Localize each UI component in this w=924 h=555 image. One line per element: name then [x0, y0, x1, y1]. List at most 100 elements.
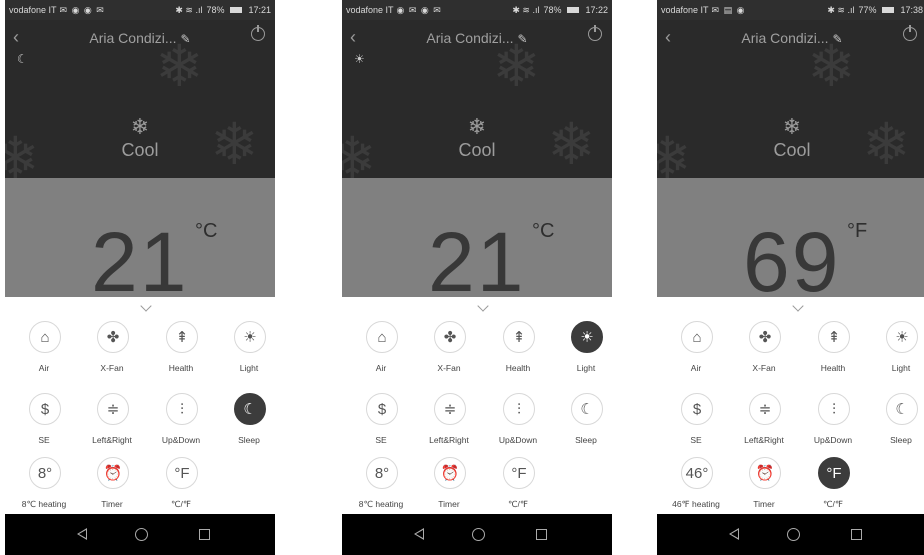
swing-horizontal-button[interactable]: ≑ Left&Right	[732, 393, 796, 459]
clock-icon: ⏰	[97, 457, 129, 489]
nav-recents-icon[interactable]	[199, 529, 210, 540]
pencil-icon[interactable]: ✎	[518, 32, 528, 46]
air-label: Air	[375, 363, 387, 373]
heating-label: 8℃ heating	[21, 499, 67, 509]
nav-back-icon[interactable]	[414, 528, 424, 540]
fan-button[interactable]: ✤ X-Fan	[80, 321, 144, 387]
swing-horizontal-button[interactable]: ≑ Left&Right	[80, 393, 144, 459]
tree-button[interactable]: ⇞ Health	[149, 321, 213, 387]
bulb-button[interactable]: ☀ Light	[869, 321, 924, 387]
carrier-name: vodafone IT	[661, 5, 709, 15]
chevron-down-icon[interactable]	[140, 300, 152, 312]
air-button[interactable]: ⌂ Air	[349, 321, 413, 387]
navigation-bar	[342, 514, 612, 555]
pencil-icon[interactable]: ✎	[181, 32, 191, 46]
moon-button[interactable]: ☾ Sleep	[217, 393, 275, 459]
clock-label: Timer	[753, 499, 775, 509]
dollar-button[interactable]: $ SE	[349, 393, 413, 459]
clock-icon: ⏰	[749, 457, 781, 489]
phone-screen: vodafone IT ✉ ▤ ◉ ✱ ≋ .ıl 77% 17:38 ❄ ❄ …	[657, 0, 924, 555]
swing-vertical-button[interactable]: ⫶ Up&Down	[801, 393, 865, 459]
status-bar: vodafone IT ◉ ✉ ◉ ✉ ✱ ≋ .ıl 78% 17:22	[342, 0, 612, 20]
nav-recents-icon[interactable]	[536, 529, 547, 540]
chevron-down-icon[interactable]	[792, 300, 804, 312]
bulb-button[interactable]: ☀ Light	[217, 321, 275, 387]
dollar-button[interactable]: $ SE	[12, 393, 76, 459]
nav-back-icon[interactable]	[77, 528, 87, 540]
tree-label: Health	[168, 363, 194, 373]
dollar-button[interactable]: $ SE	[664, 393, 728, 459]
swing-horizontal-icon: ≑	[97, 393, 129, 425]
power-icon[interactable]	[251, 25, 265, 41]
temperature-area[interactable]: 21 °C	[5, 178, 275, 297]
clock-time: 17:21	[248, 5, 271, 15]
temperature-area[interactable]: 69 °F	[657, 178, 924, 297]
moon-button[interactable]: ☾ Sleep	[869, 393, 924, 459]
swing-vertical-button[interactable]: ⫶ Up&Down	[486, 393, 550, 459]
carrier-name: vodafone IT	[9, 5, 57, 15]
nav-home-icon[interactable]	[787, 528, 800, 541]
bulb-button[interactable]: ☀ Light	[554, 321, 612, 387]
air-button[interactable]: ⌂ Air	[12, 321, 76, 387]
tree-label: Health	[505, 363, 531, 373]
air-icon: ⌂	[366, 321, 398, 353]
temperature-unit: °C	[195, 220, 218, 242]
bulb-icon: ☀	[571, 321, 603, 353]
nav-home-icon[interactable]	[472, 528, 485, 541]
moon-label: Sleep	[238, 435, 260, 445]
moon-icon: ☾	[234, 393, 266, 425]
mode-display: ❄ ❄ ❄ ‹ Aria Condizi... ✎ ☾ ❄ Cool	[5, 20, 275, 178]
swing-horizontal-icon: ≑	[434, 393, 466, 425]
nav-back-icon[interactable]	[729, 528, 739, 540]
temperature-area[interactable]: 21 °C	[342, 178, 612, 297]
swing-vertical-label: Up&Down	[161, 435, 201, 445]
bulb-icon: ☀	[886, 321, 918, 353]
status-bar: vodafone IT ✉ ◉ ◉ ✉ ✱ ≋ .ıl 78% 17:21	[5, 0, 275, 20]
fahrenheit-label: ℃/℉	[171, 499, 191, 509]
title-bar: ‹ Aria Condizi... ✎	[657, 24, 924, 50]
air-button[interactable]: ⌂ Air	[664, 321, 728, 387]
air-icon: ⌂	[29, 321, 61, 353]
clock-label: Timer	[438, 499, 460, 509]
temperature-value: 21	[91, 215, 189, 297]
swing-horizontal-button[interactable]: ≑ Left&Right	[417, 393, 481, 459]
temperature-value: 69	[743, 215, 841, 297]
device-title[interactable]: Aria Condizi... ✎	[5, 30, 275, 46]
fan-button[interactable]: ✤ X-Fan	[732, 321, 796, 387]
fan-label: X-Fan	[100, 363, 124, 373]
temperature-unit: °C	[532, 220, 555, 242]
moon-icon: ☾	[886, 393, 918, 425]
moon-button[interactable]: ☾ Sleep	[554, 393, 612, 459]
power-icon[interactable]	[903, 25, 917, 41]
device-title[interactable]: Aria Condizi... ✎	[342, 30, 612, 46]
chevron-down-icon[interactable]	[477, 300, 489, 312]
dollar-icon: $	[681, 393, 713, 425]
fahrenheit-icon: °F	[818, 457, 850, 489]
bulb-label: Light	[576, 363, 596, 373]
tree-button[interactable]: ⇞ Health	[801, 321, 865, 387]
navigation-bar	[5, 514, 275, 555]
air-label: Air	[38, 363, 50, 373]
fan-label: X-Fan	[752, 363, 776, 373]
air-icon: ⌂	[681, 321, 713, 353]
nav-recents-icon[interactable]	[851, 529, 862, 540]
fan-button[interactable]: ✤ X-Fan	[417, 321, 481, 387]
device-title[interactable]: Aria Condizi... ✎	[657, 30, 924, 46]
swing-vertical-button[interactable]: ⫶ Up&Down	[149, 393, 213, 459]
clock-icon: ⏰	[434, 457, 466, 489]
tree-icon: ⇞	[818, 321, 850, 353]
fahrenheit-icon: °F	[503, 457, 535, 489]
swing-vertical-icon: ⫶	[166, 393, 198, 425]
temperature-unit: °F	[847, 220, 868, 242]
power-icon[interactable]	[588, 25, 602, 41]
dollar-icon: $	[29, 393, 61, 425]
nav-home-icon[interactable]	[135, 528, 148, 541]
function-panel: ⌂ Air ✤ X-Fan ⇞ Health ☀ Light $ SE ≑ Le…	[342, 297, 612, 514]
dollar-label: SE	[375, 435, 387, 445]
pencil-icon[interactable]: ✎	[833, 32, 843, 46]
battery-percent: 77%	[858, 5, 877, 15]
fan-icon: ✤	[434, 321, 466, 353]
status-bar: vodafone IT ✉ ▤ ◉ ✱ ≋ .ıl 77% 17:38	[657, 0, 924, 20]
tree-button[interactable]: ⇞ Health	[486, 321, 550, 387]
dollar-label: SE	[38, 435, 50, 445]
